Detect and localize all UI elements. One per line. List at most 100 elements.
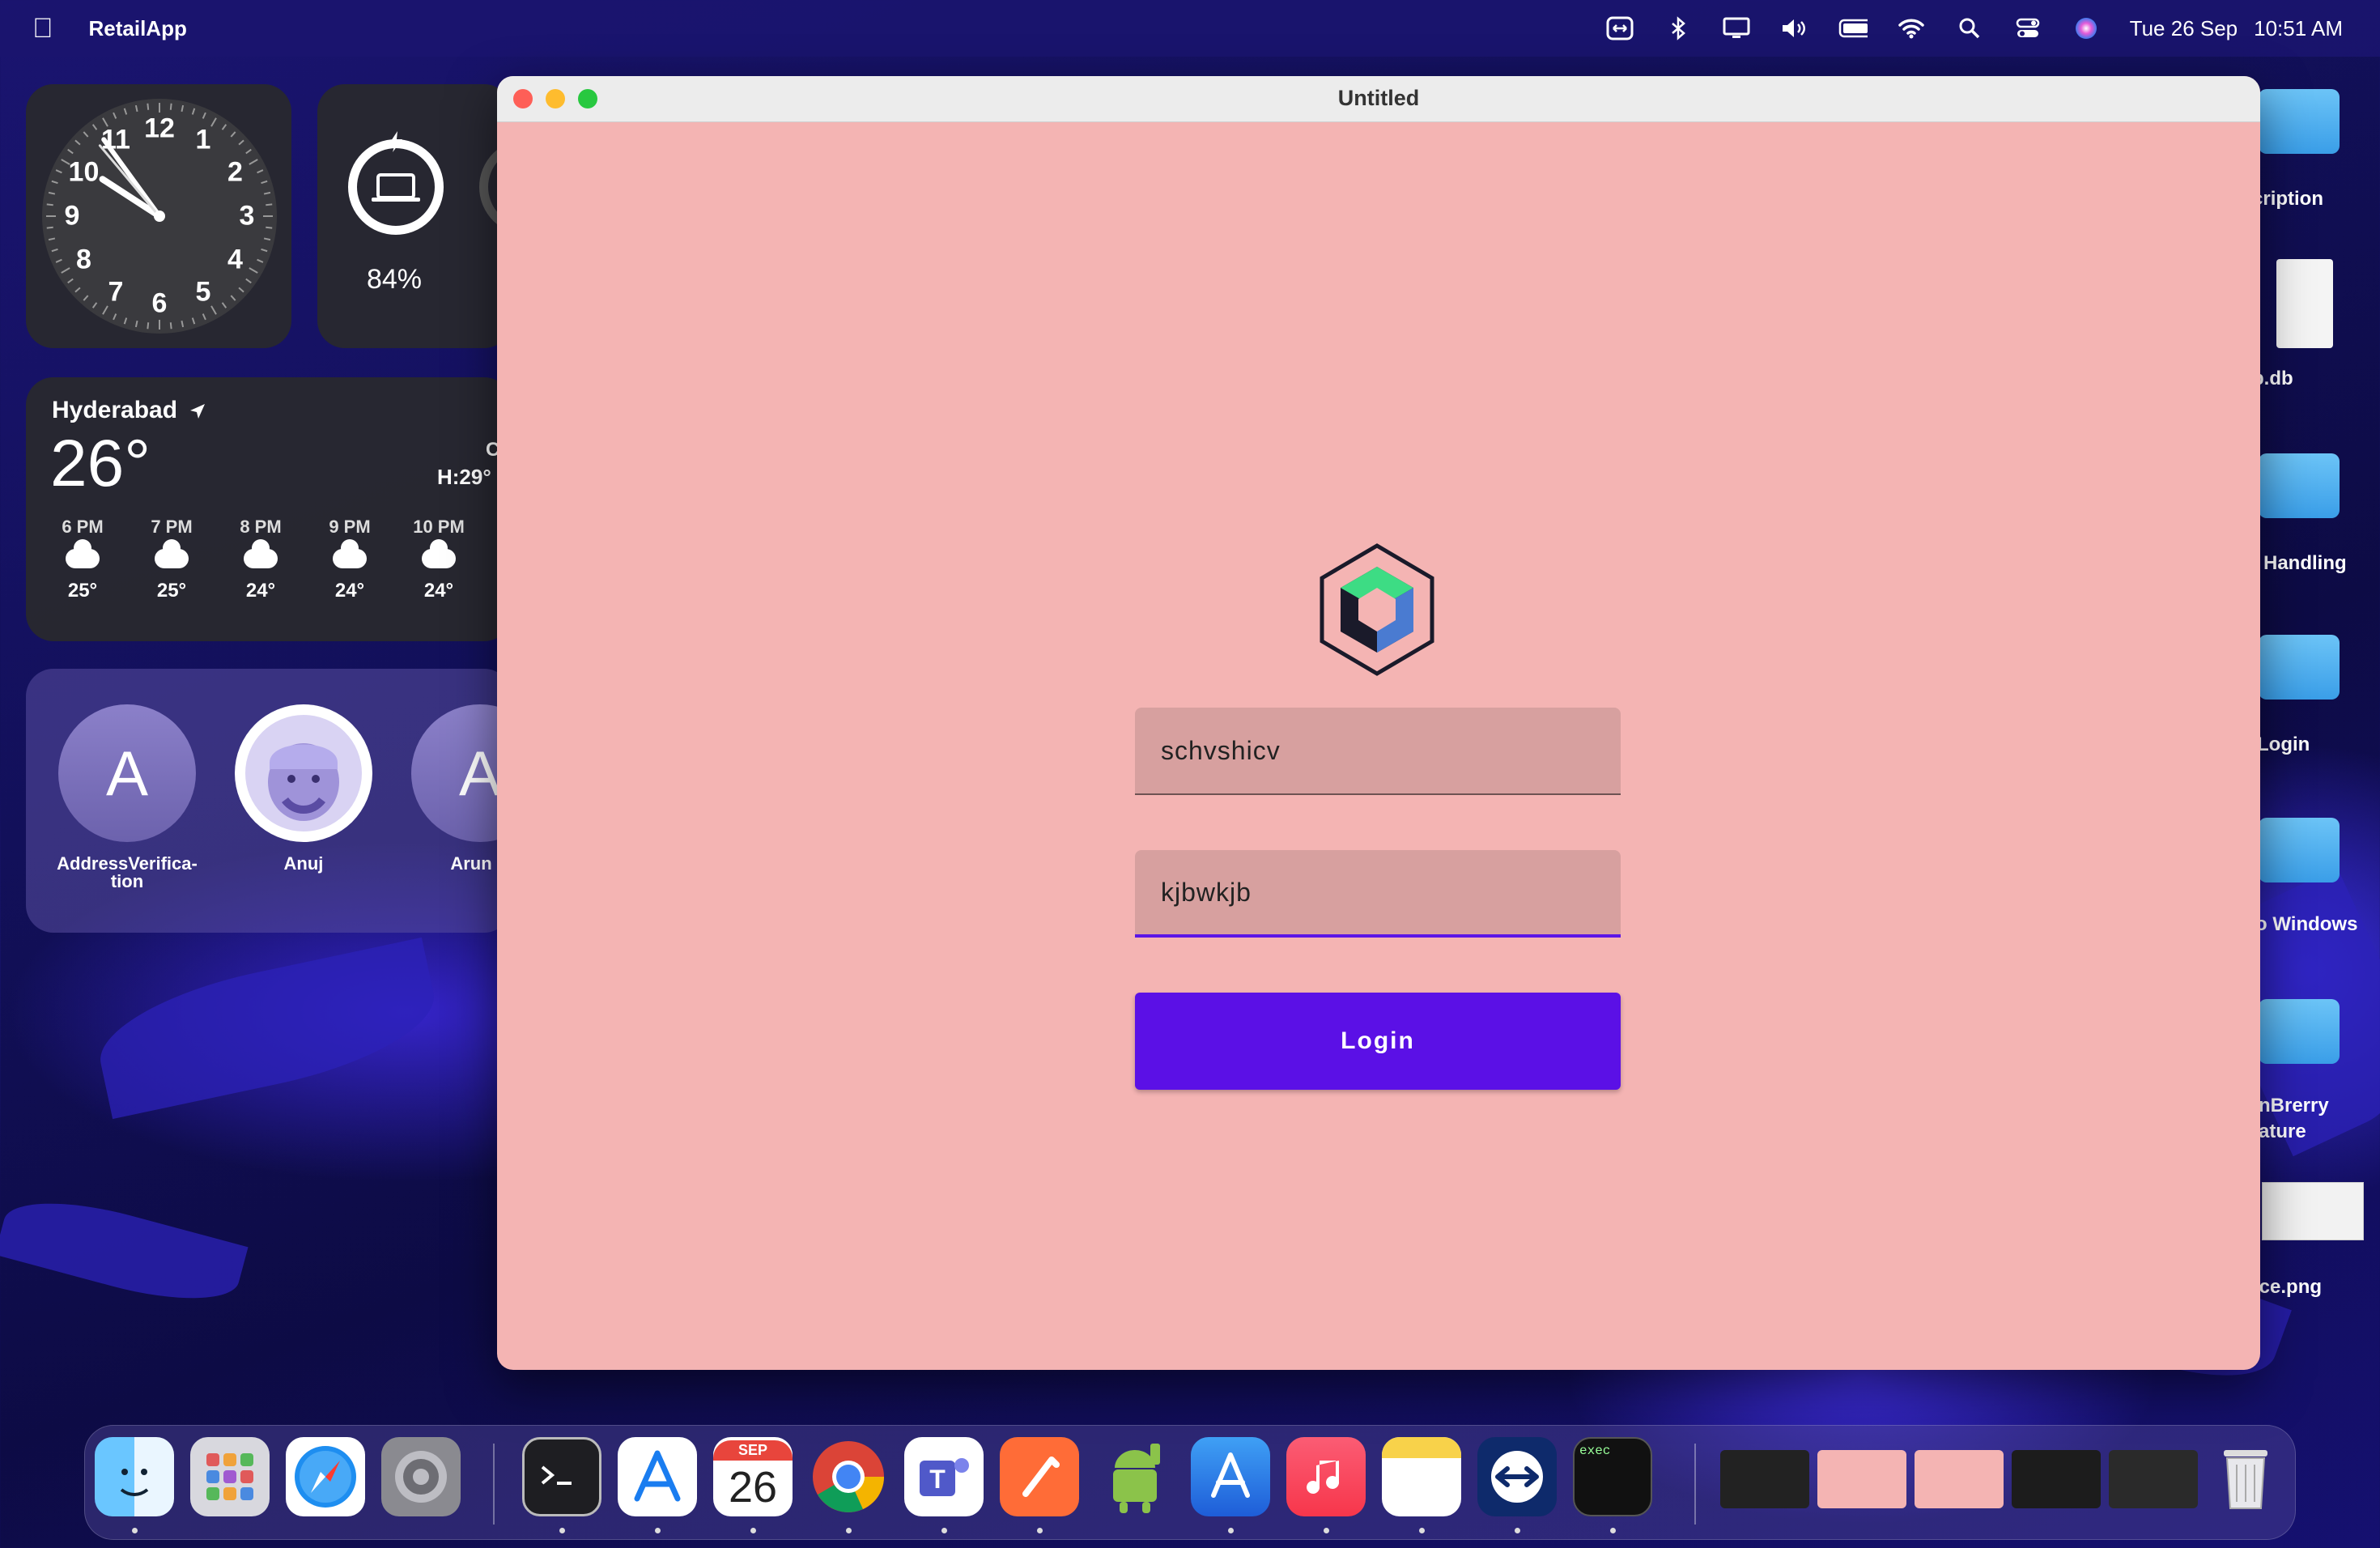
- weather-widget[interactable]: Hyderabad 26° C H:29° 6 PM 25° 7 PM 25° 8 PM…: [26, 377, 512, 641]
- music-icon[interactable]: [1286, 1437, 1366, 1516]
- desktop-item-label: nBrerry: [2259, 1095, 2329, 1116]
- dock: SEP 26 T exec: [84, 1425, 2296, 1540]
- clock-tick: [257, 258, 264, 263]
- wifi-icon[interactable]: [1897, 16, 1926, 40]
- weather-city: Hyderabad: [52, 397, 206, 424]
- minimized-window-thumbnail[interactable]: [2109, 1450, 2198, 1508]
- folder-icon: [2259, 818, 2340, 882]
- username-field[interactable]: [1135, 708, 1621, 795]
- clock-number: 2: [227, 156, 243, 188]
- clock-tick: [134, 320, 138, 328]
- clock-tick: [91, 302, 98, 308]
- calendar-month: SEP: [713, 1440, 793, 1461]
- clock-tick: [263, 237, 271, 241]
- system-settings-icon[interactable]: [381, 1437, 461, 1516]
- display-icon[interactable]: [1722, 16, 1751, 40]
- contact-item[interactable]: A AddressVerifica- tion: [57, 704, 198, 891]
- postman-icon[interactable]: [1000, 1437, 1079, 1516]
- menubar-clock[interactable]: Tue 26 Sep 10:51 AM: [2130, 16, 2343, 41]
- clock-tick: [249, 267, 258, 274]
- dock-separator: [493, 1444, 495, 1525]
- running-indicator: [1324, 1528, 1329, 1533]
- clock-tick: [261, 248, 268, 253]
- cloud-icon: [244, 539, 278, 568]
- safari-icon[interactable]: [286, 1437, 365, 1516]
- notes-icon[interactable]: [1382, 1437, 1461, 1516]
- bluetooth-icon[interactable]: [1664, 16, 1693, 40]
- battery-icon[interactable]: [1838, 16, 1868, 40]
- menubar-app-name[interactable]: RetailApp: [89, 16, 187, 41]
- finder-icon[interactable]: [95, 1437, 174, 1516]
- chrome-icon[interactable]: [809, 1437, 888, 1516]
- login-button[interactable]: Login: [1135, 993, 1621, 1090]
- clock-tick: [83, 131, 89, 138]
- running-indicator: [559, 1528, 565, 1533]
- clock-tick: [169, 322, 172, 330]
- spotlight-search-icon[interactable]: [1955, 16, 1984, 40]
- minimized-window-thumbnail[interactable]: [1915, 1450, 2004, 1508]
- clock-tick: [46, 203, 53, 206]
- clock-tick: [263, 191, 271, 195]
- clock-tick: [61, 267, 70, 274]
- cloud-icon: [422, 539, 456, 568]
- desktop-item-label: o Windows: [2255, 913, 2358, 935]
- battery-widget[interactable]: 84%: [317, 84, 512, 348]
- clock-tick: [245, 148, 252, 155]
- wallpaper-shape: [89, 937, 445, 1120]
- clock-tick: [169, 103, 172, 110]
- microsoft-teams-icon[interactable]: T: [904, 1437, 984, 1516]
- clock-tick: [123, 108, 128, 115]
- desktop-item-label: Handling: [2263, 552, 2347, 574]
- minimized-window-thumbnail[interactable]: [2012, 1450, 2101, 1508]
- folder-icon: [2259, 89, 2340, 154]
- cloud-icon: [155, 539, 189, 568]
- folder-icon: [2259, 999, 2340, 1064]
- contact-name: AddressVerifica- tion: [57, 853, 198, 891]
- testflight-icon[interactable]: [1191, 1437, 1270, 1516]
- volume-icon[interactable]: [1780, 16, 1809, 40]
- window-titlebar[interactable]: Untitled: [497, 76, 2260, 122]
- clock-widget[interactable]: 12 1 2 3 4 5 6 7 8 9 10 11: [26, 84, 291, 348]
- running-indicator: [132, 1528, 138, 1533]
- terminal-icon[interactable]: [522, 1437, 601, 1516]
- password-field[interactable]: [1135, 850, 1621, 938]
- clock-number: 3: [239, 200, 255, 232]
- apple-menu-icon[interactable]: : [32, 13, 53, 45]
- calendar-icon[interactable]: SEP 26: [713, 1437, 793, 1516]
- exec-terminal-icon[interactable]: exec: [1573, 1437, 1652, 1516]
- minimized-window-thumbnail[interactable]: [1720, 1450, 1809, 1508]
- app-logo-icon: [1320, 543, 1434, 676]
- weather-hour-time: 8 PM: [240, 517, 282, 537]
- xcode-instruments-icon[interactable]: [618, 1437, 697, 1516]
- launchpad-icon[interactable]: [190, 1437, 270, 1516]
- folder-icon: [2259, 453, 2340, 518]
- clock-tick: [210, 305, 217, 315]
- weather-hour-item: 8 PM 24°: [230, 517, 291, 602]
- app-window: Untitled Login: [497, 76, 2260, 1370]
- siri-icon[interactable]: [2072, 16, 2101, 40]
- control-center-icon[interactable]: [2013, 16, 2042, 40]
- notes-header: [1382, 1437, 1461, 1458]
- running-indicator: [655, 1528, 661, 1533]
- weather-hour-time: 7 PM: [151, 517, 193, 537]
- running-indicator: [1610, 1528, 1616, 1533]
- password-input[interactable]: [1135, 850, 1621, 934]
- weather-hour-item: 6 PM 25°: [52, 517, 113, 602]
- clock-tick: [134, 104, 138, 113]
- minimized-window-thumbnail[interactable]: [1817, 1450, 1906, 1508]
- trash-icon[interactable]: [2206, 1437, 2285, 1516]
- android-studio-icon[interactable]: [1095, 1437, 1175, 1516]
- clock-tick: [123, 317, 128, 325]
- teamviewer-icon[interactable]: [1477, 1437, 1557, 1516]
- contact-item[interactable]: Anuj: [233, 704, 374, 873]
- running-indicator: [1419, 1528, 1425, 1533]
- clock-tick: [238, 287, 244, 293]
- username-input[interactable]: [1135, 708, 1621, 793]
- clock-tick: [257, 169, 264, 174]
- teamviewer-status-icon[interactable]: [1605, 16, 1634, 40]
- clock-number: 5: [195, 276, 211, 308]
- contacts-widget[interactable]: A AddressVerifica- tion Anuj A Arun K: [26, 669, 512, 933]
- clock-tick: [55, 169, 62, 174]
- clock-tick: [74, 287, 81, 293]
- image-thumbnail-icon: [2262, 1182, 2364, 1240]
